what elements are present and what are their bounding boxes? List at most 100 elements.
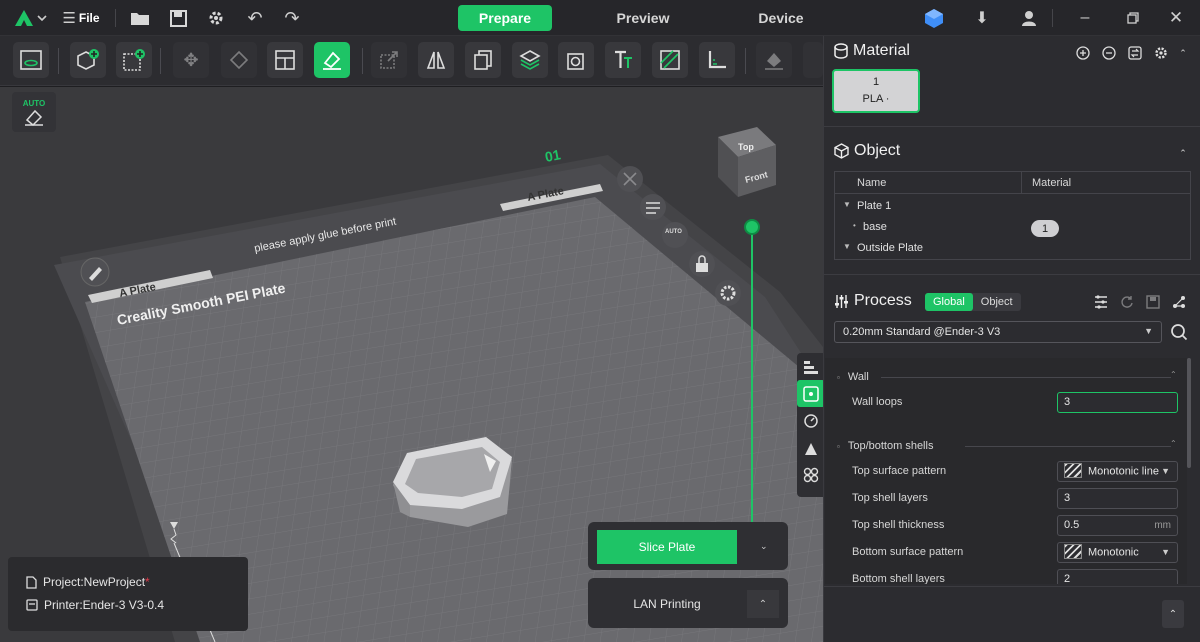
3d-viewport[interactable]: Creality Smooth PEI Plate please apply g… bbox=[0, 87, 823, 642]
cube-logo-icon[interactable] bbox=[922, 6, 946, 30]
group-chevron-icon[interactable]: ⌃ bbox=[1170, 439, 1177, 448]
bottom-surface-pattern-value: Monotonic bbox=[1088, 546, 1139, 559]
expand-icon[interactable]: ▼ bbox=[843, 200, 851, 209]
cut-icon[interactable] bbox=[558, 42, 594, 78]
arrange-icon[interactable] bbox=[267, 42, 303, 78]
top-shell-layers-input[interactable]: 3 bbox=[1057, 488, 1178, 509]
param-list-icon[interactable] bbox=[1092, 293, 1110, 311]
explode-view-icon[interactable] bbox=[797, 461, 823, 488]
bottom-surface-pattern-select[interactable]: Monotonic ▼ bbox=[1057, 542, 1178, 563]
project-info-box: Project:NewProject * Printer:Ender-3 V3-0… bbox=[8, 557, 248, 631]
plate-list-icon[interactable] bbox=[640, 194, 666, 220]
top-surface-pattern-select[interactable]: Monotonic line ▼ bbox=[1057, 461, 1178, 482]
group-wall[interactable]: ▫ Wall bbox=[837, 371, 869, 383]
lan-printing-button[interactable]: LAN Printing bbox=[597, 588, 737, 620]
printer-line[interactable]: Printer:Ender-3 V3-0.4 bbox=[26, 598, 164, 612]
restore-icon[interactable] bbox=[1121, 6, 1145, 30]
auto-orient-button[interactable]: AUTO bbox=[12, 92, 56, 132]
seam-paint-icon[interactable] bbox=[756, 42, 792, 78]
tree-row-outside-plate[interactable]: ▼ Outside Plate bbox=[835, 240, 1190, 260]
measure-icon[interactable] bbox=[699, 42, 735, 78]
layers-icon[interactable] bbox=[512, 42, 548, 78]
mirror-icon[interactable] bbox=[418, 42, 454, 78]
chevron-down-icon: ▼ bbox=[1161, 466, 1170, 476]
top-shell-thickness-value: 0.5 bbox=[1064, 519, 1080, 531]
expand-icon[interactable]: ▼ bbox=[843, 242, 851, 251]
compare-preset-icon[interactable] bbox=[1170, 293, 1188, 311]
sync-material-icon[interactable] bbox=[1126, 44, 1144, 62]
open-folder-icon[interactable] bbox=[128, 6, 152, 30]
remove-material-icon[interactable] bbox=[1100, 44, 1118, 62]
redo-icon[interactable]: ↷ bbox=[280, 6, 304, 30]
unit-label: mm bbox=[1154, 520, 1171, 531]
tab-prepare[interactable]: Prepare bbox=[458, 5, 552, 31]
support-paint-icon[interactable] bbox=[652, 42, 688, 78]
copy-icon[interactable] bbox=[465, 42, 501, 78]
group-chevron-icon[interactable]: ⌃ bbox=[1170, 370, 1177, 379]
user-avatar-icon[interactable] bbox=[1017, 6, 1041, 30]
bottom-surface-pattern-label: Bottom surface pattern bbox=[852, 546, 964, 558]
layers-view-icon[interactable] bbox=[797, 353, 823, 380]
close-icon[interactable]: ✕ bbox=[1164, 6, 1188, 30]
tree-item-label: base bbox=[863, 221, 887, 233]
text-icon[interactable] bbox=[605, 42, 641, 78]
material-slot-number: 1 bbox=[872, 76, 880, 88]
save-preset-icon[interactable] bbox=[1144, 293, 1162, 311]
process-preset-select[interactable]: 0.20mm Standard @Ender-3 V3 ▼ bbox=[834, 321, 1162, 343]
app-logo-menu[interactable] bbox=[12, 6, 52, 30]
tree-row-base[interactable]: • base 1 bbox=[835, 219, 1190, 239]
add-plate-icon[interactable] bbox=[116, 42, 152, 78]
rotate-icon[interactable] bbox=[221, 42, 257, 78]
params-scrollbar[interactable] bbox=[1187, 358, 1191, 584]
plate-view-icon[interactable] bbox=[13, 42, 49, 78]
slice-plate-button[interactable]: Slice Plate bbox=[597, 530, 737, 564]
layer-slider-top-handle[interactable] bbox=[744, 219, 760, 235]
settings-gear-icon[interactable] bbox=[204, 6, 228, 30]
mode-object-button[interactable]: Object bbox=[973, 293, 1021, 311]
chevron-down-icon: ▼ bbox=[1144, 326, 1153, 336]
plate-settings-icon[interactable] bbox=[715, 280, 741, 306]
speed-gauge-icon[interactable] bbox=[797, 407, 823, 434]
lay-on-face-icon[interactable] bbox=[314, 42, 350, 78]
plate-view-toggle-icon[interactable] bbox=[797, 380, 823, 407]
group-top-bottom[interactable]: ▫ Top/bottom shells bbox=[837, 440, 933, 452]
search-icon[interactable] bbox=[1170, 323, 1188, 341]
process-params-list[interactable]: ▫ Wall ⌃ Wall loops 3 ▫ Top/bottom shell… bbox=[825, 358, 1187, 584]
bullet-icon: • bbox=[853, 221, 856, 230]
top-shell-thickness-input[interactable]: 0.5 mm bbox=[1057, 515, 1178, 536]
material-settings-icon[interactable] bbox=[1152, 44, 1170, 62]
more-tools-icon[interactable] bbox=[803, 42, 823, 78]
save-icon[interactable] bbox=[166, 6, 190, 30]
reset-icon[interactable] bbox=[1118, 293, 1136, 311]
minimize-icon[interactable]: – bbox=[1073, 6, 1097, 30]
scale-icon[interactable] bbox=[371, 42, 407, 78]
process-header: Process bbox=[834, 292, 912, 310]
view-side-toolbar bbox=[797, 353, 823, 497]
undo-icon[interactable]: ↶ bbox=[243, 6, 267, 30]
group-wall-label: Wall bbox=[847, 371, 869, 383]
object-title: Object bbox=[854, 142, 901, 159]
file-menu[interactable]: ☰ File bbox=[62, 6, 100, 30]
scrollbar-thumb[interactable] bbox=[1187, 358, 1191, 468]
tree-row-plate-1[interactable]: ▼ Plate 1 bbox=[835, 198, 1190, 218]
add-material-icon[interactable] bbox=[1074, 44, 1092, 62]
collapse-material-icon[interactable]: ⌃ bbox=[1174, 44, 1192, 62]
bottom-shell-layers-input[interactable]: 2 bbox=[1057, 569, 1178, 584]
collapse-panel-icon[interactable]: ⌃ bbox=[1162, 600, 1184, 628]
tab-preview[interactable]: Preview bbox=[596, 5, 690, 31]
download-icon[interactable]: ⬇ bbox=[970, 6, 994, 30]
nav-cube[interactable]: Top Front bbox=[718, 127, 776, 197]
material-slot-1[interactable]: 1 PLA · bbox=[832, 69, 920, 113]
tab-device[interactable]: Device bbox=[734, 5, 828, 31]
layer-slider-track[interactable] bbox=[751, 227, 753, 547]
slice-dropdown-icon[interactable]: ⌄ bbox=[760, 541, 768, 552]
support-view-icon[interactable] bbox=[797, 434, 823, 461]
material-badge[interactable]: 1 bbox=[1031, 220, 1059, 237]
collapse-object-icon[interactable]: ⌃ bbox=[1174, 144, 1192, 162]
lan-dropdown-icon[interactable]: ⌃ bbox=[747, 590, 779, 618]
plate-auto-icon[interactable] bbox=[662, 222, 688, 248]
add-object-icon[interactable] bbox=[70, 42, 106, 78]
move-icon[interactable]: ✥ bbox=[173, 42, 209, 78]
mode-global-button[interactable]: Global bbox=[925, 293, 973, 311]
wall-loops-input[interactable]: 3 bbox=[1057, 392, 1178, 413]
